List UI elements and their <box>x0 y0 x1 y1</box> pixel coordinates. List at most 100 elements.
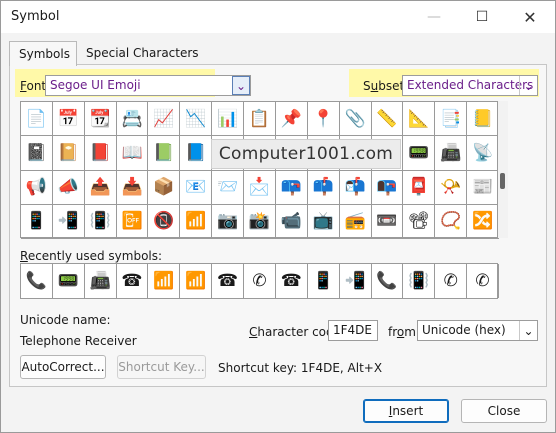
symbol-cell[interactable]: 📳 <box>84 204 117 239</box>
symbol-cell[interactable]: 📨 <box>212 170 245 205</box>
from-label: from: <box>388 325 420 339</box>
font-value: Segoe UI Emoji <box>50 78 141 92</box>
recent-symbol-cell[interactable]: 📠 <box>85 264 117 298</box>
symbol-cell[interactable]: 📥 <box>116 170 149 205</box>
insert-button[interactable]: Insert <box>363 399 449 423</box>
symbol-cell[interactable]: 📯 <box>435 170 468 205</box>
recent-symbol-cell[interactable]: 📳 <box>403 264 436 298</box>
symbol-cell[interactable]: 📽 <box>403 204 436 239</box>
chevron-down-icon[interactable]: ⌄ <box>519 321 537 340</box>
symbol-cell[interactable]: 📣 <box>52 170 85 205</box>
symbol-cell[interactable]: 📔 <box>52 136 85 171</box>
scrollbar-thumb[interactable] <box>500 173 505 189</box>
recent-symbol-cell[interactable]: ✆ <box>244 264 276 298</box>
from-select[interactable]: Unicode (hex) ⌄ <box>417 320 538 341</box>
symbol-cell[interactable]: 📋 <box>244 102 276 137</box>
symbol-cell[interactable]: 📦 <box>148 170 181 205</box>
window-title: Symbol <box>11 9 60 24</box>
symbol-cell[interactable]: 📘 <box>180 136 213 171</box>
close-window-button[interactable]: ✕ <box>508 1 552 33</box>
symbol-cell[interactable]: 📄 <box>21 102 53 137</box>
symbol-cell[interactable]: 📕 <box>84 136 117 171</box>
recent-symbol-cell[interactable]: 📶 <box>148 264 181 298</box>
symbol-cell[interactable]: 📫 <box>307 170 340 205</box>
symbol-cell[interactable]: 📼 <box>371 204 404 239</box>
symbol-cell[interactable]: 📲 <box>52 204 85 239</box>
symbol-cell[interactable]: 📿 <box>435 204 468 239</box>
symbol-cell[interactable]: 📒 <box>467 102 499 137</box>
symbol-cell[interactable]: 📮 <box>403 170 436 205</box>
symbol-cell[interactable]: 📬 <box>339 170 372 205</box>
chevron-down-icon[interactable]: ⌄ <box>232 76 250 95</box>
symbol-cell[interactable]: 📆 <box>84 102 117 137</box>
maximize-button[interactable]: ☐ <box>460 1 504 33</box>
recent-symbol-cell[interactable]: ☎ <box>212 264 245 298</box>
symbol-cell[interactable]: 📇 <box>116 102 149 137</box>
symbol-cell[interactable]: 📏 <box>371 102 404 137</box>
font-select[interactable]: Segoe UI Emoji ⌄ <box>45 75 251 96</box>
symbol-cell[interactable]: 📍 <box>307 102 340 137</box>
symbol-cell[interactable]: 📭 <box>371 170 404 205</box>
recent-symbol-cell[interactable]: ☎ <box>117 264 149 298</box>
symbol-cell[interactable]: 📱 <box>21 204 53 239</box>
autocorrect-button[interactable]: AutoCorrect... <box>20 355 106 379</box>
insert-label: Insert <box>388 404 424 418</box>
symbol-cell[interactable]: 📌 <box>275 102 308 137</box>
tab-special-label: Special Characters <box>86 46 199 60</box>
symbol-cell[interactable]: 🔀 <box>467 204 499 239</box>
symbol-cell[interactable]: 📹 <box>275 204 308 239</box>
recent-symbol-cell[interactable]: 📞 <box>21 264 53 298</box>
from-value: Unicode (hex) <box>422 323 506 337</box>
recent-symbol-cell[interactable]: 📞 <box>372 264 404 298</box>
symbol-cell[interactable]: 📪 <box>275 170 308 205</box>
recent-symbol-cell[interactable]: 📶 <box>180 264 213 298</box>
title-bar: Symbol — ☐ ✕ <box>1 1 555 33</box>
char-code-field[interactable]: 1F4DE <box>328 320 378 341</box>
symbol-cell[interactable]: 📟 <box>403 136 436 171</box>
symbol-cell[interactable]: 📅 <box>52 102 85 137</box>
symbol-cell[interactable]: 📉 <box>180 102 213 137</box>
recent-symbol-cell[interactable]: 📟 <box>53 264 85 298</box>
shortcut-key-button[interactable]: Shortcut Key... <box>117 355 206 379</box>
recent-symbol-cell[interactable]: 📲 <box>340 264 372 298</box>
symbol-cell[interactable]: 📺 <box>307 204 340 239</box>
symbol-cell[interactable]: 📤 <box>84 170 117 205</box>
symbol-cell[interactable]: 📢 <box>21 170 53 205</box>
subset-select[interactable]: Extended Characters - P ⌄ <box>402 75 538 96</box>
tab-special-characters[interactable]: Special Characters <box>77 41 199 65</box>
recent-symbol-cell[interactable]: ✆ <box>467 264 499 298</box>
symbol-cell[interactable]: 📈 <box>148 102 181 137</box>
close-button[interactable]: Close <box>461 399 547 423</box>
symbol-cell[interactable]: 📠 <box>435 136 468 171</box>
autocorrect-label: AutoCorrect... <box>21 360 105 374</box>
chevron-down-icon[interactable]: ⌄ <box>519 76 537 95</box>
symbol-cell[interactable]: 📐 <box>403 102 436 137</box>
recent-symbol-cell[interactable]: ☎ <box>276 264 308 298</box>
tab-symbols-label: Symbols <box>19 47 70 61</box>
recent-symbol-cell[interactable]: 📱 <box>308 264 340 298</box>
symbol-cell[interactable]: 📓 <box>21 136 53 171</box>
symbol-grid: 📄📅📆📇📈📉📊📋📌📍📎📏📐📑📒📓📔📕📖📗📘📙📚📛📜📝📞📟📠📡📢📣📤📥📦📧📨📩📪📫… <box>20 101 499 239</box>
unicode-name-label: Unicode name: <box>20 313 111 327</box>
symbol-cell[interactable]: 📑 <box>435 102 468 137</box>
grid-scrollbar[interactable] <box>498 101 508 238</box>
minimize-icon: — <box>427 9 441 25</box>
symbol-cell[interactable]: 📷 <box>212 204 245 239</box>
symbol-cell[interactable]: 📧 <box>180 170 213 205</box>
symbol-cell[interactable]: 📊 <box>212 102 245 137</box>
symbol-cell[interactable]: 📵 <box>148 204 181 239</box>
symbol-cell[interactable]: 📰 <box>467 170 499 205</box>
symbol-cell[interactable]: 📖 <box>116 136 149 171</box>
recent-label: Recently used symbols: <box>20 249 163 263</box>
symbol-cell[interactable]: 📎 <box>339 102 372 137</box>
recent-symbol-cell[interactable]: ✆ <box>435 264 468 298</box>
symbol-cell[interactable]: 📗 <box>148 136 181 171</box>
symbol-cell[interactable]: 📶 <box>180 204 213 239</box>
symbol-cell[interactable]: 📴 <box>116 204 149 239</box>
symbol-cell[interactable]: 📸 <box>244 204 276 239</box>
watermark: Computer1001.com <box>211 139 401 169</box>
symbol-cell[interactable]: 📡 <box>467 136 499 171</box>
symbol-cell[interactable]: 📩 <box>244 170 276 205</box>
tab-symbols[interactable]: Symbols <box>9 41 77 66</box>
symbol-cell[interactable]: 📻 <box>339 204 372 239</box>
